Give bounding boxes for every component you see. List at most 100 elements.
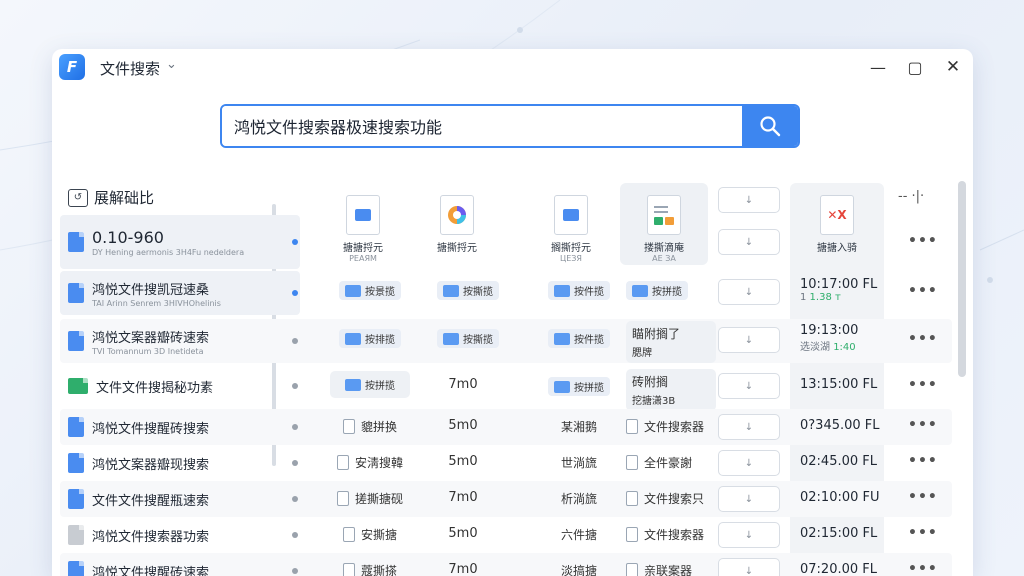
file-name-cell: 鸿悦文案器瓣现搜索 — [68, 445, 278, 481]
table-row[interactable]: 鸿悦文件搜索器功索 安撕搪 5m0 六件搪 文件搜索器 ↓ 02:15:00 F… — [60, 517, 952, 553]
more-options-button[interactable]: ••• — [908, 489, 938, 505]
file-size: 7m0 — [448, 490, 478, 505]
cell-text: 安撕搪 — [360, 528, 397, 542]
file-doc-icon — [626, 527, 638, 542]
file-name-cell: 文件文件搜揭秘功素 — [68, 367, 278, 405]
action-button[interactable]: ↓ — [718, 558, 780, 576]
file-name-cell: 鸿悦文件搜醒砖搜索 — [68, 409, 278, 445]
tag-chip[interactable]: 按件揽 — [548, 329, 610, 348]
cell-text: 全件豪謝 — [644, 456, 693, 470]
file-name: 鸿悦文件搜索器功索 — [92, 529, 210, 545]
more-options-button[interactable]: ••• — [908, 561, 938, 576]
close-button[interactable]: ✕ — [941, 55, 965, 79]
more-options-button[interactable]: ••• — [908, 283, 938, 299]
tag-chip[interactable]: 按撕揽 — [437, 329, 499, 348]
file-doc-icon — [626, 419, 638, 434]
app-title[interactable]: 文件搜索 — [100, 58, 160, 79]
cell-text: 亲联案器 — [644, 564, 693, 576]
status-dot — [292, 496, 298, 502]
action-button[interactable]: ↓ — [718, 414, 780, 440]
file-doc-icon — [626, 491, 638, 506]
status-dot — [292, 239, 298, 245]
chevron-down-icon[interactable]: ⌄ — [166, 57, 177, 72]
cell-text: 蔻撕搽 — [360, 564, 397, 576]
file-name: 鸿悦文案器瓣现搜索 — [92, 457, 210, 473]
file-name-cell: 0.10-960 DY Hening aermonis 3H4Fu nedeld… — [68, 215, 278, 269]
cell-text: 六件搪 — [560, 528, 597, 542]
action-button[interactable]: ↓ — [718, 522, 780, 548]
doc-icon — [68, 561, 84, 576]
file-doc-icon — [626, 455, 638, 470]
file-path: TVI Tomannum 3D Inetideta — [92, 346, 204, 356]
more-options-button[interactable]: ••• — [908, 453, 938, 469]
doc-icon — [68, 525, 84, 545]
file-doc-icon — [336, 491, 349, 506]
time-cell: 02:45.00 FL — [800, 454, 877, 469]
preview-card[interactable]: 瞄附搁了 腮牌 — [626, 321, 716, 363]
more-options-button[interactable]: ••• — [908, 525, 938, 541]
tag-chip[interactable]: 按排揽 — [339, 329, 401, 348]
file-doc-icon — [336, 455, 349, 470]
maximize-button[interactable]: ▢ — [903, 55, 927, 79]
action-button[interactable]: ↓ — [718, 373, 780, 399]
cell-text: 世淌旒 — [560, 456, 597, 470]
cell-text: 文件搜索只 — [644, 492, 705, 506]
status-dot — [292, 383, 298, 389]
table-row[interactable]: 0.10-960 DY Hening aermonis 3H4Fu nedeld… — [60, 215, 952, 269]
tag-chip[interactable]: 按件揽 — [548, 281, 610, 300]
doc-icon — [68, 331, 84, 351]
action-button[interactable]: ↓ — [718, 486, 780, 512]
tag-chip[interactable]: 按拼揽 — [339, 375, 401, 394]
search-button[interactable] — [742, 106, 798, 146]
more-options-button[interactable]: ••• — [908, 233, 938, 249]
file-size: 5m0 — [448, 454, 478, 469]
action-button[interactable]: ↓ — [718, 187, 780, 213]
table-row[interactable]: 鸿悦文案器瓣砖速索 TVI Tomannum 3D Inetideta 按排揽 … — [60, 319, 952, 363]
action-button[interactable]: ↓ — [718, 279, 780, 305]
file-doc-icon — [626, 563, 638, 576]
tag-chip[interactable]: 按拼揽 — [626, 281, 688, 300]
file-name: 鸿悦文件搜醒砖搜索 — [92, 421, 210, 437]
status-dot — [292, 532, 298, 538]
tag-chip[interactable]: 按撕揽 — [437, 281, 499, 300]
search-input[interactable] — [222, 106, 744, 146]
section-title: 展解础比 — [94, 189, 155, 207]
table-row[interactable]: 鸿悦文件搜醒砖速索 蔻撕搽 7m0 淡搞搪 亲联案器 ↓ 07:20.00 FL… — [60, 553, 952, 576]
table-row[interactable]: 鸿悦文件搜醒砖搜索 貔拼换 5m0 某湘鹅 文件搜索器 ↓ 0?345.00 F… — [60, 409, 952, 445]
time-cell: 10:17:00 FL 1 1.38 т — [800, 277, 878, 303]
view-toggle[interactable]: -- ·|· — [898, 189, 924, 204]
file-name: 文件文件搜醒瓶速索 — [92, 493, 210, 509]
file-size: 7m0 — [448, 377, 478, 392]
file-size: 7m0 — [448, 562, 478, 576]
file-name: 鸿悦文案器瓣砖速索 — [92, 330, 210, 346]
cell-text: 貔拼换 — [360, 420, 397, 434]
file-name: 鸿悦文件搜凯冠速桑 — [92, 282, 210, 298]
tag-chip[interactable]: 按拼揽 — [548, 377, 610, 396]
file-name: 鸿悦文件搜醒砖速索 — [92, 565, 210, 576]
scrollbar[interactable] — [958, 181, 966, 377]
time-cell: 13:15:00 FL — [800, 377, 878, 392]
file-name-cell: 鸿悦文件搜索器功索 — [68, 517, 278, 553]
table-row[interactable]: 文件文件搜醒瓶速索 搓撕搪砚 7m0 析淌旒 文件搜索只 ↓ 02:10:00 … — [60, 481, 952, 517]
more-options-button[interactable]: ••• — [908, 331, 938, 347]
preview-card[interactable]: 砖附搁 挖搪潇3B — [626, 369, 716, 411]
tag-chip[interactable]: 按景揽 — [339, 281, 401, 300]
status-dot — [292, 424, 298, 430]
file-name-cell: 鸿悦文案器瓣砖速索 TVI Tomannum 3D Inetideta — [68, 319, 278, 363]
file-doc-icon — [342, 419, 355, 434]
doc-icon — [68, 232, 84, 252]
table-row[interactable]: 文件文件搜揭秘功素 按拼揽 7m0 按拼揽 砖附搁 挖搪潇3B ↓ 13:15:0… — [60, 367, 952, 411]
action-button[interactable]: ↓ — [718, 450, 780, 476]
more-options-button[interactable]: ••• — [908, 377, 938, 393]
search-box — [220, 104, 800, 148]
table-row[interactable]: 鸿悦文件搜凯冠速桑 TAI Arinn Senrem 3HIVHOhelinis… — [60, 271, 952, 315]
table-row[interactable]: 鸿悦文案器瓣现搜索 安淸搜韓 5m0 世淌旒 全件豪謝 ↓ 02:45.00 F… — [60, 445, 952, 481]
app-window: F 文件搜索 ⌄ — ▢ ✕ ↺ 展解础比 -- ·|· ↓ 搪搪捋元 РЕАЯ… — [52, 49, 973, 576]
action-button[interactable]: ↓ — [718, 229, 780, 255]
title-bar: F 文件搜索 ⌄ — ▢ ✕ — [52, 49, 973, 85]
more-options-button[interactable]: ••• — [908, 417, 938, 433]
action-button[interactable]: ↓ — [718, 327, 780, 353]
time-cell: 19:13:00 选淡湖 1:40 — [800, 323, 859, 353]
file-doc-icon — [342, 563, 355, 576]
minimize-button[interactable]: — — [866, 55, 890, 79]
